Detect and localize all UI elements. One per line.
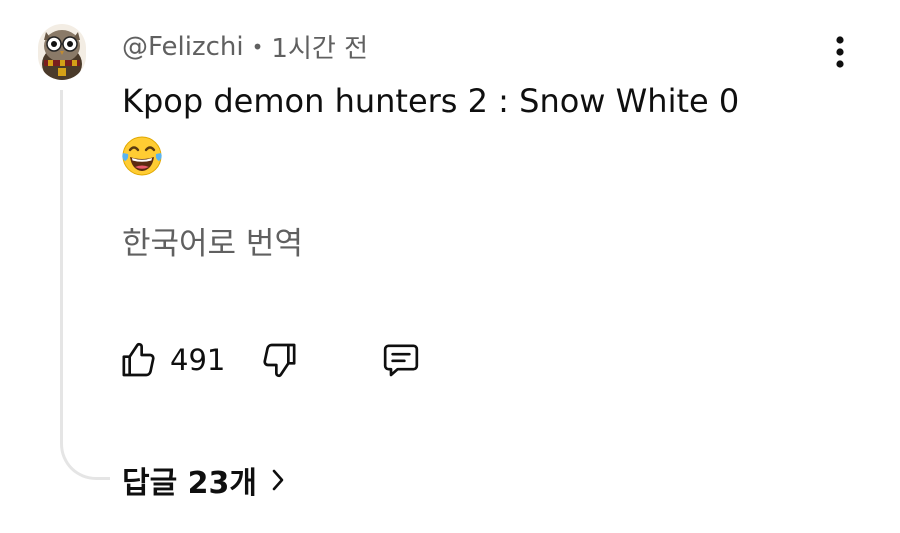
meta-separator: • xyxy=(251,34,264,59)
reply-thread-line xyxy=(60,90,110,480)
comment-text: Kpop demon hunters 2 : Snow White 0 xyxy=(122,82,740,120)
avatar[interactable] xyxy=(38,24,86,80)
comment-icon xyxy=(383,344,419,377)
thumbs-up-icon xyxy=(122,342,155,377)
like-count: 491 xyxy=(170,343,226,377)
owl-avatar-image xyxy=(38,24,86,80)
vertical-dots-icon xyxy=(836,36,844,68)
view-replies-button[interactable]: 답글 23개 xyxy=(122,458,285,502)
comment-time: 1시간 전 xyxy=(271,34,368,64)
dislike-button[interactable] xyxy=(260,336,308,384)
reply-button[interactable] xyxy=(380,336,430,384)
like-button[interactable]: 491 xyxy=(118,336,225,384)
more-options-button[interactable] xyxy=(826,30,854,74)
thumbs-down-icon xyxy=(263,343,296,378)
face-with-tears-of-joy-icon xyxy=(122,136,162,176)
chevron-right-icon xyxy=(272,469,284,491)
translate-link[interactable]: 한국어로 번역 xyxy=(122,218,303,263)
comment-author[interactable]: @Felizchi xyxy=(122,32,244,62)
comment-meta: @Felizchi • 1시간 전 xyxy=(122,28,368,65)
replies-label: 답글 23개 xyxy=(122,466,257,501)
